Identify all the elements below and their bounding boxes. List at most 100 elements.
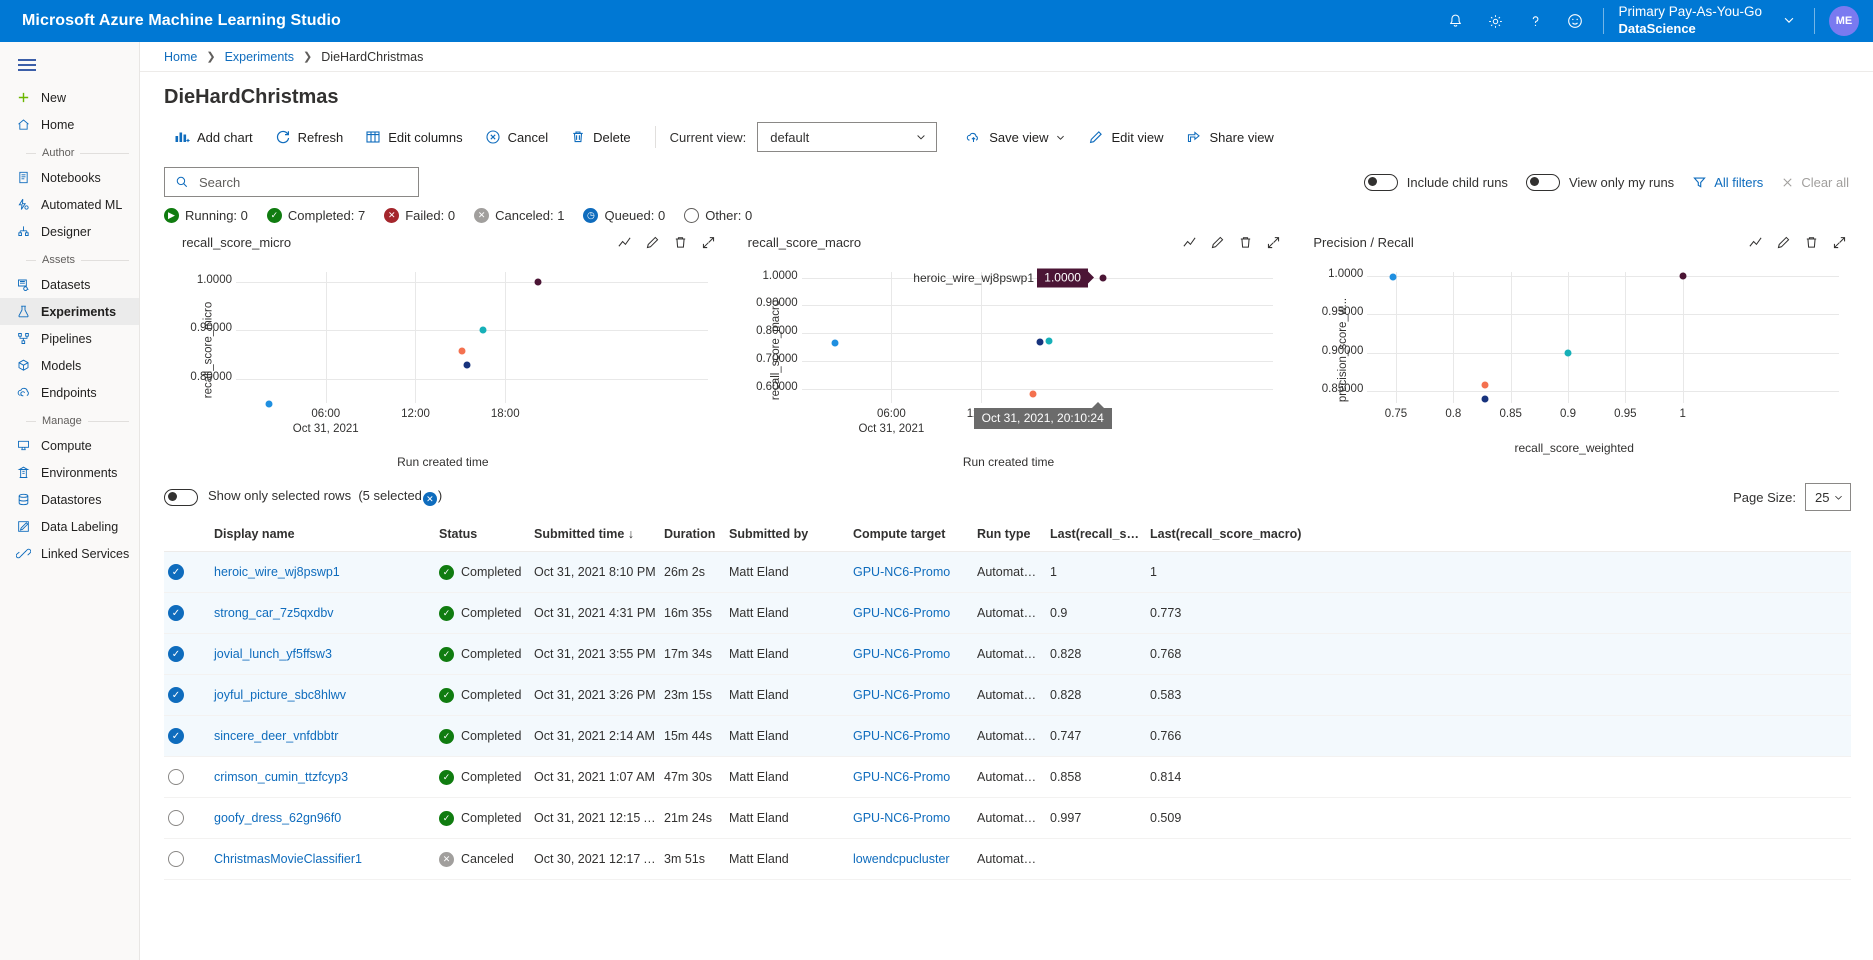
search-box[interactable] <box>164 167 419 197</box>
compute-target-link[interactable]: GPU-NC6-Promo <box>853 688 950 702</box>
toggle-track[interactable] <box>1525 173 1560 191</box>
status-completed[interactable]: ✓ Completed: 7 <box>266 208 365 223</box>
sidebar-item-designer[interactable]: Designer <box>0 218 139 245</box>
edit-view-button[interactable]: Edit view <box>1078 121 1173 153</box>
sidebar-item-data-labeling[interactable]: Data Labeling <box>0 513 139 540</box>
row-checkbox[interactable]: ✓ <box>168 605 184 621</box>
delete-button[interactable]: Delete <box>560 121 641 153</box>
expand-icon[interactable] <box>1832 235 1847 252</box>
expand-icon[interactable] <box>701 235 716 252</box>
toggle-track[interactable] <box>1363 173 1398 191</box>
run-name-link[interactable]: jovial_lunch_yf5ffsw3 <box>214 647 332 661</box>
expand-icon[interactable] <box>1266 235 1281 252</box>
table-row[interactable]: ✓ jovial_lunch_yf5ffsw3 ✓ Completed Oct 31, … <box>164 633 1851 675</box>
sidebar-item-endpoints[interactable]: Endpoints <box>0 379 139 406</box>
compute-target-link[interactable]: GPU-NC6-Promo <box>853 811 950 825</box>
run-name-link[interactable]: joyful_picture_sbc8hlwv <box>214 688 346 702</box>
column-header[interactable]: Last(recall_sco… <box>1046 521 1146 552</box>
row-checkbox[interactable]: ✓ <box>168 728 184 744</box>
cancel-button[interactable]: Cancel <box>475 121 558 153</box>
compute-target-link[interactable]: GPU-NC6-Promo <box>853 647 950 661</box>
column-header[interactable]: Display name <box>210 521 435 552</box>
sidebar-item-pipelines[interactable]: Pipelines <box>0 325 139 352</box>
row-checkbox[interactable]: ✓ <box>168 646 184 662</box>
row-checkbox[interactable]: ✓ <box>168 564 184 580</box>
sidebar-item-environments[interactable]: Environments <box>0 459 139 486</box>
breadcrumb-home[interactable]: Home <box>164 50 197 64</box>
status-queued[interactable]: ◷ Queued: 0 <box>583 208 665 223</box>
column-header[interactable]: Compute target <box>849 521 973 552</box>
table-row[interactable]: goofy_dress_62gn96f0 ✓ Completed Oct 31, 20… <box>164 797 1851 839</box>
feedback-icon[interactable] <box>1555 0 1595 42</box>
gear-icon[interactable] <box>1475 0 1515 42</box>
row-checkbox[interactable] <box>168 769 184 785</box>
refresh-button[interactable]: Refresh <box>265 121 354 153</box>
help-icon[interactable] <box>1515 0 1555 42</box>
table-row[interactable]: ✓ joyful_picture_sbc8hlwv ✓ Completed Oct 31… <box>164 674 1851 716</box>
column-header[interactable]: Run type <box>973 521 1046 552</box>
run-name-link[interactable]: strong_car_7z5qxdbv <box>214 606 334 620</box>
current-view-select[interactable]: default <box>757 122 938 152</box>
sidebar-item-new[interactable]: New <box>0 84 139 111</box>
search-input[interactable] <box>197 173 408 191</box>
compute-target-link[interactable]: lowendcpucluster <box>853 852 950 866</box>
table-row[interactable]: ChristmasMovieClassifier1 ✕ Canceled Oct 30… <box>164 838 1851 880</box>
row-checkbox[interactable] <box>168 810 184 826</box>
add-chart-button[interactable]: Add chart <box>164 121 263 153</box>
all-filters-button[interactable]: All filters <box>1692 175 1763 190</box>
column-header[interactable]: Submitted time ↓ <box>530 521 660 552</box>
sidebar-item-linked-services[interactable]: Linked Services <box>0 540 139 567</box>
bell-icon[interactable] <box>1435 0 1475 42</box>
avatar[interactable]: ME <box>1829 6 1859 36</box>
compute-target-link[interactable]: GPU-NC6-Promo <box>853 565 950 579</box>
table-row[interactable]: ✓ sincere_deer_vnfdbbtr ✓ Completed Oct 31, … <box>164 715 1851 757</box>
pencil-icon[interactable] <box>1210 235 1225 252</box>
trash-icon[interactable] <box>1238 235 1253 252</box>
breadcrumb-experiments[interactable]: Experiments <box>225 50 294 64</box>
column-header[interactable]: Submitted by <box>725 521 849 552</box>
share-view-button[interactable]: Share view <box>1176 121 1284 153</box>
account-subscription[interactable]: Primary Pay-As-You-Go DataScience <box>1612 4 1768 37</box>
line-chart-icon[interactable] <box>617 235 632 252</box>
table-row[interactable]: ✓ strong_car_7z5qxdbv ✓ Completed Oct 31, 20… <box>164 592 1851 634</box>
run-name-link[interactable]: heroic_wire_wj8pswp1 <box>214 565 340 579</box>
sidebar-item-compute[interactable]: Compute <box>0 432 139 459</box>
chevron-down-icon[interactable] <box>1782 13 1796 30</box>
run-name-link[interactable]: sincere_deer_vnfdbbtr <box>214 729 338 743</box>
page-size-select[interactable]: 25 <box>1805 483 1851 511</box>
status-failed[interactable]: ✕ Failed: 0 <box>384 208 455 223</box>
run-name-link[interactable]: crimson_cumin_ttzfcyp3 <box>214 770 348 784</box>
run-name-link[interactable]: ChristmasMovieClassifier1 <box>214 852 362 866</box>
sidebar-item-datastores[interactable]: Datastores <box>0 486 139 513</box>
sidebar-item-experiments[interactable]: Experiments <box>0 298 139 326</box>
edit-columns-button[interactable]: Edit columns <box>355 121 472 153</box>
column-header[interactable]: Status <box>435 521 530 552</box>
view-only-my-runs-toggle[interactable]: View only my runs <box>1525 173 1674 191</box>
column-header[interactable]: Last(recall_score_macro) <box>1146 521 1499 552</box>
pencil-icon[interactable] <box>645 235 660 252</box>
sidebar-item-datasets[interactable]: Datasets <box>0 271 139 298</box>
include-child-runs-toggle[interactable]: Include child runs <box>1363 173 1508 191</box>
status-running[interactable]: ▶ Running: 0 <box>164 208 248 223</box>
status-other[interactable]: Other: 0 <box>684 208 752 223</box>
save-view-button[interactable]: Save view <box>955 121 1076 153</box>
column-header[interactable]: Duration <box>660 521 725 552</box>
sidebar-item-models[interactable]: Models <box>0 352 139 379</box>
sidebar-item-automated-ml[interactable]: Automated ML <box>0 191 139 218</box>
sidebar-item-notebooks[interactable]: Notebooks <box>0 164 139 191</box>
table-row[interactable]: crimson_cumin_ttzfcyp3 ✓ Completed Oct 31, … <box>164 756 1851 798</box>
row-checkbox[interactable]: ✓ <box>168 687 184 703</box>
line-chart-icon[interactable] <box>1748 235 1763 252</box>
status-canceled[interactable]: ✕ Canceled: 1 <box>474 208 564 223</box>
sidebar-item-home[interactable]: Home <box>0 111 139 138</box>
clear-all-button[interactable]: Clear all <box>1781 175 1849 190</box>
row-checkbox[interactable] <box>168 851 184 867</box>
compute-target-link[interactable]: GPU-NC6-Promo <box>853 770 950 784</box>
hamburger-menu-icon[interactable] <box>0 48 139 84</box>
pencil-icon[interactable] <box>1776 235 1791 252</box>
clear-selection-icon[interactable]: ✕ <box>422 492 437 507</box>
compute-target-link[interactable]: GPU-NC6-Promo <box>853 606 950 620</box>
table-row[interactable]: ✓ heroic_wire_wj8pswp1 ✓ Completed Oct 31, 2… <box>164 551 1851 593</box>
trash-icon[interactable] <box>1804 235 1819 252</box>
trash-icon[interactable] <box>673 235 688 252</box>
